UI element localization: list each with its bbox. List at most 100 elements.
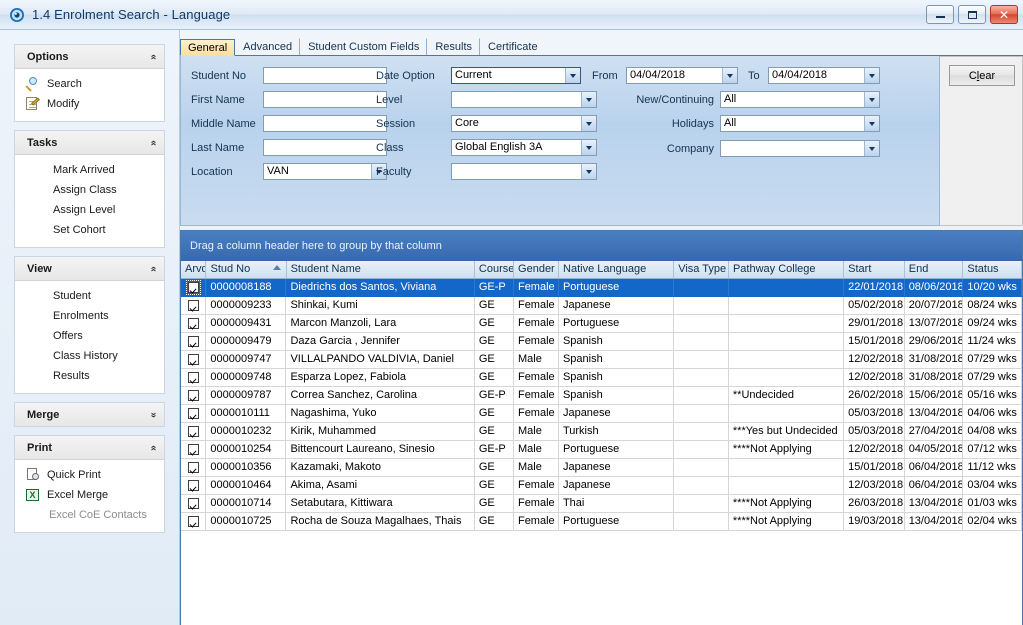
sidebar-item-assign-level[interactable]: Assign Level — [15, 200, 164, 220]
column-header-visa-type[interactable]: Visa Type — [674, 261, 729, 278]
cell-arvd[interactable] — [181, 297, 206, 314]
first-name-input[interactable] — [263, 91, 387, 108]
tab-certificate[interactable]: Certificate — [480, 38, 545, 55]
sidebar-item-search[interactable]: Search — [15, 74, 164, 94]
cell-arvd[interactable] — [181, 279, 206, 296]
holidays-select[interactable]: All — [720, 115, 880, 132]
arrived-checkbox[interactable] — [188, 372, 199, 383]
faculty-select[interactable] — [451, 163, 597, 180]
cell-arvd[interactable] — [181, 495, 206, 512]
sidebar-group-tasks-header[interactable]: Tasks « — [15, 131, 164, 155]
column-header-start[interactable]: Start — [844, 261, 905, 278]
table-row[interactable]: 0000010725Rocha de Souza Magalhaes, Thai… — [181, 513, 1022, 531]
minimize-button[interactable] — [926, 5, 954, 24]
column-header-pathway-college[interactable]: Pathway College — [729, 261, 844, 278]
to-date-picker[interactable]: 04/04/2018 — [768, 67, 880, 84]
sidebar-item-class-history[interactable]: Class History — [15, 346, 164, 366]
tab-advanced[interactable]: Advanced — [235, 38, 300, 55]
cell-arvd[interactable] — [181, 477, 206, 494]
column-header-stud-no[interactable]: Stud No — [206, 261, 286, 278]
maximize-button[interactable] — [958, 5, 986, 24]
arrived-checkbox[interactable] — [188, 282, 199, 293]
arrived-checkbox[interactable] — [188, 318, 199, 329]
table-row[interactable]: 0000010232Kirik, MuhammedGEMaleTurkish**… — [181, 423, 1022, 441]
table-row[interactable]: 0000010464Akima, AsamiGEFemaleJapanese12… — [181, 477, 1022, 495]
arrived-checkbox[interactable] — [188, 300, 199, 311]
sidebar-item-mark-arrived[interactable]: Mark Arrived — [15, 160, 164, 180]
table-row[interactable]: 0000009479Daza Garcia , JenniferGEFemale… — [181, 333, 1022, 351]
student-no-input[interactable] — [263, 67, 387, 84]
sidebar-item-set-cohort[interactable]: Set Cohort — [15, 220, 164, 240]
table-row[interactable]: 0000009233Shinkai, KumiGEFemaleJapanese0… — [181, 297, 1022, 315]
chevron-down-icon[interactable] — [565, 68, 580, 83]
location-select[interactable]: VAN — [263, 163, 387, 180]
chevron-down-icon[interactable] — [581, 140, 596, 155]
column-header-arvd[interactable]: Arvd — [181, 261, 206, 278]
date-option-select[interactable]: Current — [451, 67, 581, 84]
cell-arvd[interactable] — [181, 333, 206, 350]
chevron-down-icon[interactable] — [581, 92, 596, 107]
arrived-checkbox[interactable] — [188, 516, 199, 527]
sidebar-group-view-header[interactable]: View « — [15, 257, 164, 281]
sidebar-item-assign-class[interactable]: Assign Class — [15, 180, 164, 200]
cell-arvd[interactable] — [181, 369, 206, 386]
cell-arvd[interactable] — [181, 423, 206, 440]
sidebar-item-quick-print[interactable]: Quick Print — [15, 465, 164, 485]
chevron-down-icon[interactable] — [581, 164, 596, 179]
group-by-dropzone[interactable]: Drag a column header here to group by th… — [181, 231, 1022, 261]
middle-name-input[interactable] — [263, 115, 387, 132]
sidebar-item-excel-merge[interactable]: X Excel Merge — [15, 485, 164, 505]
arrived-checkbox[interactable] — [188, 462, 199, 473]
chevron-up-icon[interactable]: « — [148, 445, 158, 451]
arrived-checkbox[interactable] — [188, 390, 199, 401]
cell-arvd[interactable] — [181, 405, 206, 422]
tab-results[interactable]: Results — [427, 38, 480, 55]
sidebar-group-print-header[interactable]: Print « — [15, 436, 164, 460]
sidebar-item-modify[interactable]: Modify — [15, 94, 164, 114]
cell-arvd[interactable] — [181, 387, 206, 404]
sidebar-item-enrolments[interactable]: Enrolments — [15, 306, 164, 326]
chevron-up-icon[interactable]: « — [148, 266, 158, 272]
chevron-down-icon[interactable]: » — [148, 412, 158, 418]
clear-button[interactable]: Clear — [949, 65, 1015, 86]
arrived-checkbox[interactable] — [188, 444, 199, 455]
column-header-native-language[interactable]: Native Language — [559, 261, 674, 278]
sidebar-group-merge-header[interactable]: Merge » — [15, 403, 164, 426]
arrived-checkbox[interactable] — [188, 498, 199, 509]
chevron-down-icon[interactable] — [864, 116, 879, 131]
chevron-down-icon[interactable] — [864, 92, 879, 107]
tab-general[interactable]: General — [180, 39, 235, 56]
column-header-end[interactable]: End — [905, 261, 964, 278]
chevron-up-icon[interactable]: « — [148, 54, 158, 60]
column-header-status[interactable]: Status — [963, 261, 1022, 278]
sidebar-item-student[interactable]: Student — [15, 286, 164, 306]
cell-arvd[interactable] — [181, 351, 206, 368]
chevron-down-icon[interactable] — [864, 141, 879, 156]
arrived-checkbox[interactable] — [188, 480, 199, 491]
table-row[interactable]: 0000009431Marcon Manzoli, LaraGEFemalePo… — [181, 315, 1022, 333]
chevron-up-icon[interactable]: « — [148, 140, 158, 146]
from-date-picker[interactable]: 04/04/2018 — [626, 67, 738, 84]
arrived-checkbox[interactable] — [188, 336, 199, 347]
arrived-checkbox[interactable] — [188, 408, 199, 419]
table-row[interactable]: 0000008188Diedrichs dos Santos, VivianaG… — [181, 279, 1022, 297]
sidebar-item-offers[interactable]: Offers — [15, 326, 164, 346]
table-row[interactable]: 0000010356Kazamaki, MakotoGEMaleJapanese… — [181, 459, 1022, 477]
chevron-down-icon[interactable] — [581, 116, 596, 131]
table-row[interactable]: 0000010254Bittencourt Laureano, SinesioG… — [181, 441, 1022, 459]
column-header-gender[interactable]: Gender — [514, 261, 559, 278]
table-row[interactable]: 0000010111Nagashima, YukoGEFemaleJapanes… — [181, 405, 1022, 423]
close-button[interactable]: ✕ — [990, 5, 1018, 24]
table-row[interactable]: 0000009787Correa Sanchez, CarolinaGE-PFe… — [181, 387, 1022, 405]
column-header-student-name[interactable]: Student Name — [287, 261, 475, 278]
level-select[interactable] — [451, 91, 597, 108]
table-row[interactable]: 0000009747VILLALPANDO VALDIVIA, DanielGE… — [181, 351, 1022, 369]
chevron-down-icon[interactable] — [864, 68, 879, 83]
cell-arvd[interactable] — [181, 441, 206, 458]
session-select[interactable]: Core — [451, 115, 597, 132]
table-row[interactable]: 0000009748Esparza Lopez, FabiolaGEFemale… — [181, 369, 1022, 387]
cell-arvd[interactable] — [181, 315, 206, 332]
last-name-input[interactable] — [263, 139, 387, 156]
new-continuing-select[interactable]: All — [720, 91, 880, 108]
arrived-checkbox[interactable] — [188, 354, 199, 365]
